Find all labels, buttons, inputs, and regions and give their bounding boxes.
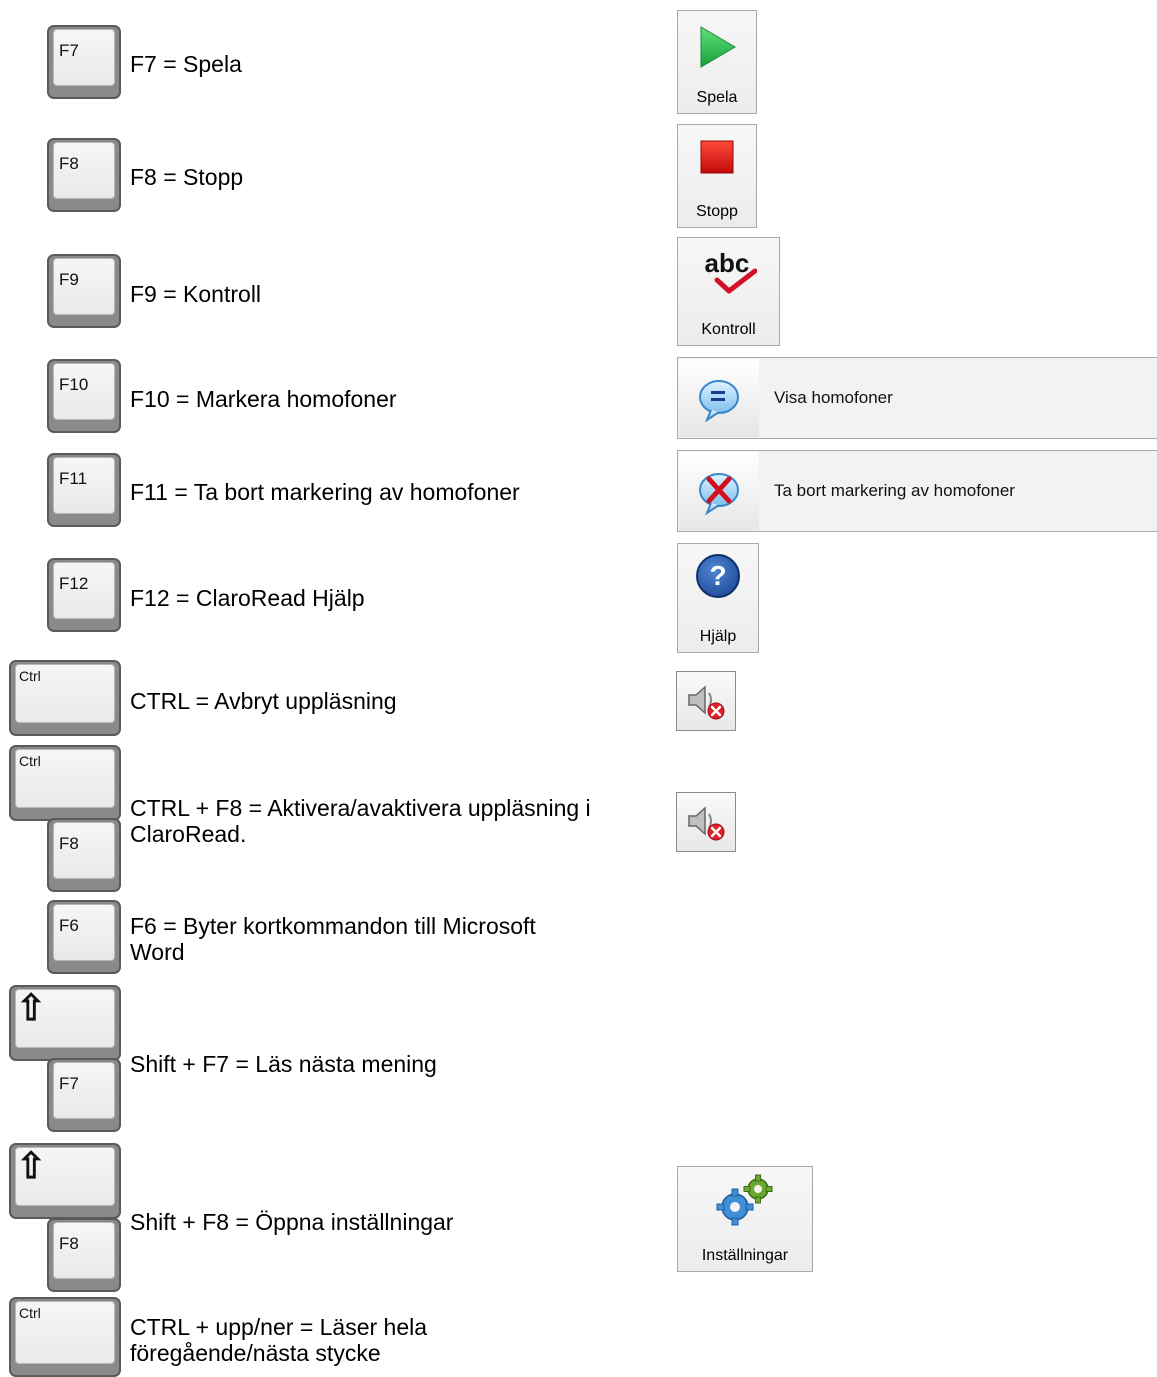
play-label: Spela xyxy=(696,89,738,106)
shortcut-description: F9 = Kontroll xyxy=(130,281,262,307)
key-label: F9 xyxy=(59,270,79,289)
key-label: F8 xyxy=(59,834,79,853)
shortcut-description: F12 = ClaroRead Hjälp xyxy=(130,585,365,611)
settings-button[interactable]: Inställningar xyxy=(677,1166,813,1272)
key-label: F12 xyxy=(59,574,89,593)
remove-homophone-icon xyxy=(699,473,739,515)
key-label: F8 xyxy=(59,1234,79,1253)
gears-icon xyxy=(716,1174,773,1226)
key-label: F6 xyxy=(59,916,79,935)
description-line: ClaroRead. xyxy=(130,821,247,847)
key-label: Ctrl xyxy=(19,1305,41,1321)
help-button[interactable]: ? Hjälp xyxy=(677,543,759,653)
shortcut-description: Shift + F7 = Läs nästa mening xyxy=(130,1051,437,1077)
mute-button[interactable] xyxy=(676,671,736,731)
key-f7: F7 xyxy=(47,25,121,99)
checkmark-icon xyxy=(714,268,757,294)
shortcut-description: Shift + F8 = Öppna inställningar xyxy=(130,1209,454,1235)
key-shift: ⇧ xyxy=(9,1143,121,1219)
shortcut-description: F7 = Spela xyxy=(130,51,242,77)
key-label: F11 xyxy=(59,469,88,488)
spellcheck-label: Kontroll xyxy=(701,321,756,338)
spellcheck-button[interactable]: abc Kontroll xyxy=(677,237,780,346)
key-label: F10 xyxy=(59,375,89,394)
key-shift: ⇧ xyxy=(9,985,121,1061)
key-f9: F9 xyxy=(47,254,121,328)
description-line: CTRL + upp/ner = Läser hela xyxy=(130,1314,428,1340)
icon-well xyxy=(679,359,759,437)
shortcut-description: F8 = Stopp xyxy=(130,164,244,190)
homophone-bubble-icon xyxy=(699,380,739,422)
help-label: Hjälp xyxy=(699,628,737,645)
shortcut-description: F6 = Byter kortkommandon till Microsoft … xyxy=(130,913,536,965)
key-f11: F11 xyxy=(47,453,121,527)
shortcut-description: F11 = Ta bort markering av homofoner xyxy=(130,479,520,505)
shortcut-description: CTRL + upp/ner = Läser hela föregående/n… xyxy=(130,1314,427,1366)
remove-homophones-button[interactable]: Ta bort markering av homofoner xyxy=(677,450,1157,532)
stop-label: Stopp xyxy=(696,203,738,220)
description-line: Word xyxy=(130,939,185,965)
speaker-mute-icon xyxy=(688,685,725,720)
key-ctrl: Ctrl xyxy=(9,660,121,736)
stop-button[interactable]: Stopp xyxy=(677,124,757,228)
help-icon: ? xyxy=(696,554,740,598)
key-f8: F8 xyxy=(47,1218,121,1292)
settings-label: Inställningar xyxy=(701,1247,789,1264)
key-f12: F12 xyxy=(47,558,121,632)
description-line: CTRL + F8 = Aktivera/avaktivera uppläsni… xyxy=(130,795,591,821)
help-icon-glyph: ? xyxy=(709,560,727,591)
key-label: F8 xyxy=(59,154,79,173)
icon-well xyxy=(679,452,759,530)
show-homophones-button[interactable]: Visa homofoner xyxy=(677,357,1157,439)
remove-homophones-label: Ta bort markering av homofoner xyxy=(774,481,1015,500)
stop-icon xyxy=(700,140,734,174)
mute-toggle-button[interactable] xyxy=(676,792,736,852)
key-f7: F7 xyxy=(47,1058,121,1132)
shortcut-description: F10 = Markera homofoner xyxy=(130,386,397,412)
shortcut-description: CTRL + F8 = Aktivera/avaktivera uppläsni… xyxy=(130,795,591,847)
play-icon xyxy=(700,26,736,68)
key-label: F7 xyxy=(59,41,79,60)
key-f10: F10 xyxy=(47,359,121,433)
speaker-mute-icon xyxy=(688,806,725,841)
key-f8: F8 xyxy=(47,818,121,892)
show-homophones-label: Visa homofoner xyxy=(774,388,893,407)
play-button[interactable]: Spela xyxy=(677,10,757,114)
shortcut-description: CTRL = Avbryt uppläsning xyxy=(130,688,397,714)
description-line: F6 = Byter kortkommandon till Microsoft xyxy=(130,913,536,939)
key-label: F7 xyxy=(59,1074,79,1093)
shift-arrow-icon: ⇧ xyxy=(16,987,47,1028)
key-label: Ctrl xyxy=(19,753,41,769)
shift-arrow-icon: ⇧ xyxy=(16,1145,47,1186)
key-ctrl: Ctrl xyxy=(9,745,121,821)
key-f6: F6 xyxy=(47,900,121,974)
spellcheck-icon: abc xyxy=(699,248,759,294)
key-label: Ctrl xyxy=(19,668,41,684)
description-line: föregående/nästa stycke xyxy=(130,1340,381,1366)
key-f8: F8 xyxy=(47,138,121,212)
key-ctrl: Ctrl xyxy=(9,1297,121,1377)
